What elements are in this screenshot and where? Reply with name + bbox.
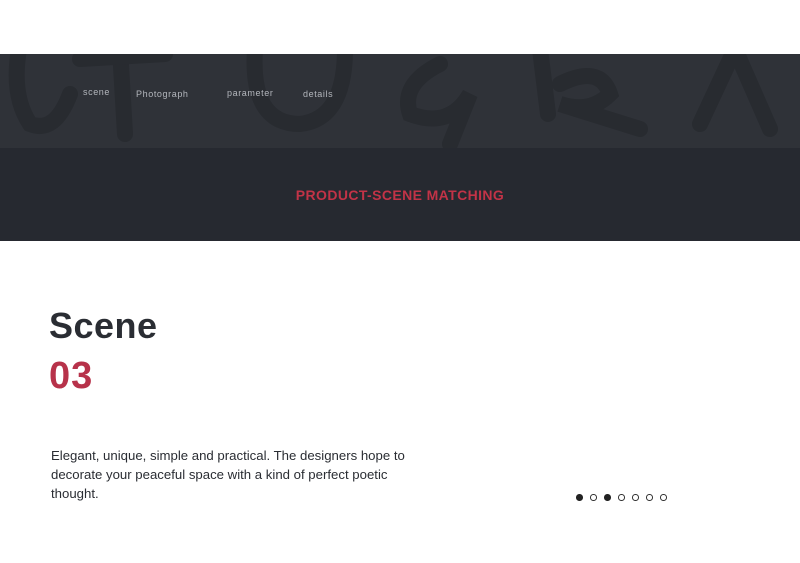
scene-description: Elegant, unique, simple and practical. T… <box>51 448 405 501</box>
carousel-dot[interactable] <box>618 494 625 501</box>
section-banner: PRODUCT-SCENE MATCHING <box>0 148 800 241</box>
carousel-dot[interactable] <box>590 494 597 501</box>
scene-number: 03 <box>49 355 94 397</box>
carousel-dot[interactable] <box>646 494 653 501</box>
nav-item-photograph[interactable]: Photograph <box>136 89 189 99</box>
page: scene Photograph parameter details PRODU… <box>0 0 800 563</box>
carousel-indicator <box>576 494 667 501</box>
watermark-lettering <box>8 54 778 148</box>
section-title: PRODUCT-SCENE MATCHING <box>295 187 505 203</box>
scene-heading: Scene <box>49 305 158 346</box>
nav-item-details[interactable]: details <box>303 89 333 99</box>
nav-item-scene[interactable]: scene <box>83 87 110 97</box>
carousel-dot[interactable] <box>576 494 583 501</box>
carousel-dot[interactable] <box>660 494 667 501</box>
carousel-dot[interactable] <box>632 494 639 501</box>
top-nav-bar: scene Photograph parameter details <box>0 54 800 148</box>
nav-item-parameter[interactable]: parameter <box>227 88 273 98</box>
carousel-dot[interactable] <box>604 494 611 501</box>
